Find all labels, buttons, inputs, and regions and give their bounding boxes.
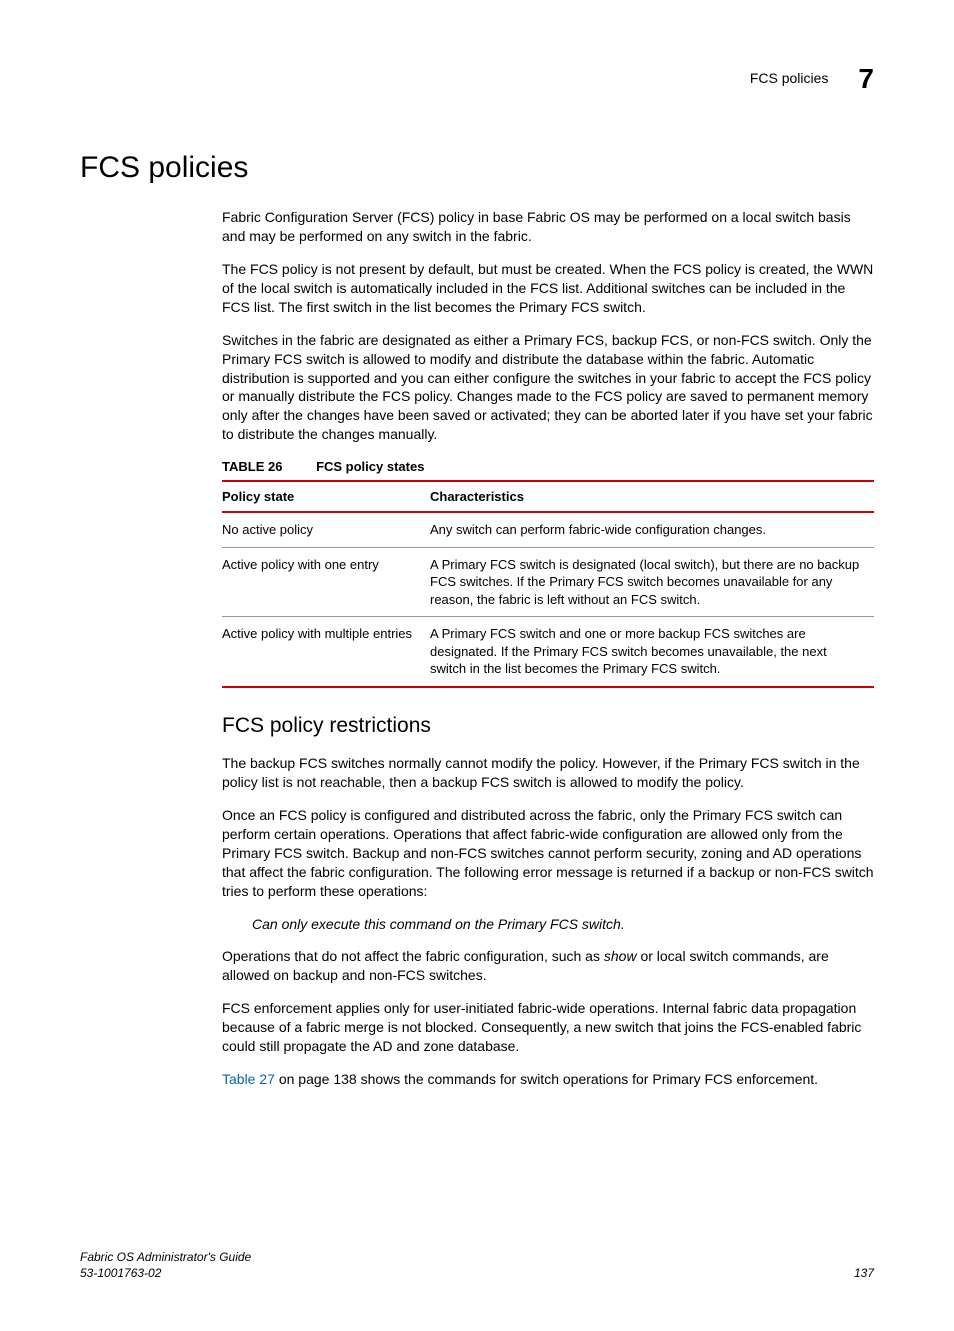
table-label: TABLE 26 <box>222 459 282 474</box>
footer-doc-title: Fabric OS Administrator's Guide <box>80 1249 251 1265</box>
restrictions-paragraph-1: The backup FCS switches normally cannot … <box>222 754 874 792</box>
page-title: FCS policies <box>80 148 874 189</box>
cell-characteristics: A Primary FCS switch is designated (loca… <box>430 547 874 617</box>
table-caption: TABLE 26 FCS policy states <box>222 458 874 476</box>
table-title: FCS policy states <box>316 459 424 474</box>
cell-characteristics: Any switch can perform fabric-wide confi… <box>430 512 874 547</box>
footer-left: Fabric OS Administrator's Guide 53-10017… <box>80 1249 251 1281</box>
cell-characteristics: A Primary FCS switch and one or more bac… <box>430 617 874 687</box>
cell-state: No active policy <box>222 512 430 547</box>
subheading-restrictions: FCS policy restrictions <box>222 712 874 740</box>
intro-paragraph-3: Switches in the fabric are designated as… <box>222 331 874 444</box>
page-header: FCS policies 7 <box>80 60 874 98</box>
footer-doc-number: 53-1001763-02 <box>80 1265 251 1281</box>
footer-page-number: 137 <box>854 1265 874 1281</box>
restrictions-paragraph-5: Table 27 on page 138 shows the commands … <box>222 1070 874 1089</box>
table-27-link[interactable]: Table 27 <box>222 1071 275 1087</box>
error-message-quote: Can only execute this command on the Pri… <box>252 915 874 934</box>
restrictions-paragraph-2: Once an FCS policy is configured and dis… <box>222 806 874 900</box>
header-section: FCS policies <box>750 69 829 88</box>
fcs-policy-states-table: Policy state Characteristics No active p… <box>222 480 874 688</box>
table-header-state: Policy state <box>222 481 430 513</box>
table-header-characteristics: Characteristics <box>430 481 874 513</box>
cell-state: Active policy with one entry <box>222 547 430 617</box>
page-footer: Fabric OS Administrator's Guide 53-10017… <box>80 1249 874 1281</box>
content-body: Fabric Configuration Server (FCS) policy… <box>222 208 874 1089</box>
table-row: Active policy with multiple entries A Pr… <box>222 617 874 687</box>
table-row: Active policy with one entry A Primary F… <box>222 547 874 617</box>
table-row: No active policy Any switch can perform … <box>222 512 874 547</box>
intro-paragraph-1: Fabric Configuration Server (FCS) policy… <box>222 208 874 246</box>
cell-state: Active policy with multiple entries <box>222 617 430 687</box>
chapter-number: 7 <box>858 60 874 98</box>
restrictions-paragraph-4: FCS enforcement applies only for user-in… <box>222 999 874 1056</box>
intro-paragraph-2: The FCS policy is not present by default… <box>222 260 874 317</box>
restrictions-paragraph-3: Operations that do not affect the fabric… <box>222 947 874 985</box>
